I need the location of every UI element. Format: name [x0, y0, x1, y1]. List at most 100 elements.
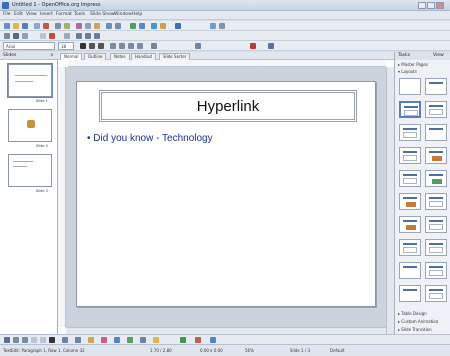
- justify-icon[interactable]: [137, 43, 143, 49]
- gallery-icon[interactable]: [160, 23, 166, 29]
- layout-title-chart-text[interactable]: [399, 216, 421, 233]
- title-placeholder[interactable]: Hyperlink: [99, 90, 357, 122]
- layout-vertical-text[interactable]: [425, 262, 447, 279]
- layout-title-2-content[interactable]: [425, 101, 447, 118]
- layout-title-table[interactable]: [399, 170, 421, 187]
- curve-icon[interactable]: [62, 337, 68, 343]
- rotate-icon[interactable]: [76, 33, 82, 39]
- layout-title-chart[interactable]: [425, 147, 447, 164]
- layout-title-only[interactable]: [425, 78, 447, 95]
- layout-centered-text[interactable]: [425, 124, 447, 141]
- section-layouts[interactable]: ▾ Layouts: [398, 69, 417, 74]
- bullet-text[interactable]: • Did you know - Technology: [87, 133, 213, 144]
- layout-title-content-2[interactable]: [399, 147, 421, 164]
- align-right-icon[interactable]: [128, 43, 134, 49]
- section-master-pages[interactable]: ▸ Master Pages: [398, 62, 428, 67]
- section-slide-transition[interactable]: ▸ Slide Transition: [398, 327, 432, 332]
- layout-title-4-content[interactable]: [399, 239, 421, 256]
- menu-slide-show[interactable]: Slide Show: [90, 12, 115, 17]
- slide-thumbnail-2[interactable]: [8, 109, 52, 142]
- redo-icon[interactable]: [115, 23, 121, 29]
- layout-centered-2[interactable]: [399, 285, 421, 302]
- paste-icon[interactable]: [94, 23, 100, 29]
- tab-slide-sorter[interactable]: Slide Sorter: [159, 53, 191, 60]
- print-icon[interactable]: [55, 23, 61, 29]
- layout-title-2-text[interactable]: [425, 216, 447, 233]
- maximize-button[interactable]: [427, 2, 435, 9]
- slide-show-icon[interactable]: [210, 23, 216, 29]
- ellipse-icon[interactable]: [40, 337, 46, 343]
- arrow-style-icon[interactable]: [13, 33, 19, 39]
- menu-file[interactable]: File: [3, 12, 11, 17]
- layout-title-picture[interactable]: [425, 170, 447, 187]
- extrusion-icon[interactable]: [210, 337, 216, 343]
- menu-help[interactable]: Help: [132, 12, 142, 17]
- bold-icon[interactable]: [80, 43, 86, 49]
- layout-vertical-title[interactable]: [399, 262, 421, 279]
- line-color-icon[interactable]: [22, 33, 28, 39]
- slide-thumbnail-1[interactable]: [7, 63, 53, 98]
- chart-icon[interactable]: [130, 23, 136, 29]
- layout-title-clipart[interactable]: [399, 193, 421, 210]
- fontwork-icon[interactable]: [180, 337, 186, 343]
- arrange-icon[interactable]: [94, 33, 100, 39]
- bullets-icon[interactable]: [151, 43, 157, 49]
- spellcheck-icon[interactable]: [64, 23, 70, 29]
- menu-insert[interactable]: Insert: [40, 12, 53, 17]
- tab-notes[interactable]: Notes: [110, 53, 130, 60]
- block-arrows-icon[interactable]: [114, 337, 120, 343]
- menu-tools[interactable]: Tools: [74, 12, 85, 17]
- line-style-icon[interactable]: [4, 33, 10, 39]
- text-icon[interactable]: [49, 337, 55, 343]
- close-icon[interactable]: ×: [50, 53, 54, 58]
- new-icon[interactable]: [4, 23, 10, 29]
- menu-window[interactable]: Window: [114, 12, 132, 17]
- slide-thumbnail-3[interactable]: [8, 154, 52, 187]
- layout-title-content-3[interactable]: [425, 285, 447, 302]
- close-button[interactable]: [436, 2, 444, 9]
- layout-title-6-content[interactable]: [425, 239, 447, 256]
- undo-icon[interactable]: [106, 23, 112, 29]
- underline-icon[interactable]: [98, 43, 104, 49]
- section-custom-animation[interactable]: ▸ Custom Animation: [398, 319, 438, 324]
- navigator-icon[interactable]: [151, 23, 157, 29]
- layout-blank[interactable]: [399, 78, 421, 95]
- tab-outline[interactable]: Outline: [84, 53, 107, 60]
- vertical-scrollbar[interactable]: [386, 67, 394, 335]
- bullet-text-content[interactable]: Did you know - Technology: [93, 133, 212, 144]
- cut-icon[interactable]: [76, 23, 82, 29]
- layout-title-text[interactable]: [399, 124, 421, 141]
- pdf-icon[interactable]: [43, 23, 49, 29]
- slide[interactable]: Hyperlink • Did you know - Technology: [76, 81, 376, 307]
- save-icon[interactable]: [22, 23, 28, 29]
- font-color-icon[interactable]: [250, 43, 256, 49]
- layout-title-object[interactable]: [425, 193, 447, 210]
- menu-view[interactable]: View: [26, 12, 37, 17]
- character-icon[interactable]: [268, 43, 274, 49]
- rectangle-icon[interactable]: [31, 337, 37, 343]
- section-table-design[interactable]: ▸ Table Design: [398, 311, 427, 316]
- symbol-shapes-icon[interactable]: [101, 337, 107, 343]
- from-file-icon[interactable]: [195, 337, 201, 343]
- status-zoom[interactable]: 56%: [245, 348, 254, 353]
- copy-icon[interactable]: [85, 23, 91, 29]
- new-slide-icon[interactable]: [219, 23, 225, 29]
- layout-title-content[interactable]: [399, 101, 421, 118]
- indent-icon[interactable]: [195, 43, 201, 49]
- line-icon[interactable]: [13, 337, 19, 343]
- align-icon[interactable]: [85, 33, 91, 39]
- slide-title[interactable]: Hyperlink: [197, 98, 260, 115]
- area-color-icon[interactable]: [49, 33, 55, 39]
- email-icon[interactable]: [34, 23, 40, 29]
- open-icon[interactable]: [13, 23, 19, 29]
- basic-shapes-icon[interactable]: [88, 337, 94, 343]
- menu-edit[interactable]: Edit: [14, 12, 23, 17]
- minimize-button[interactable]: [418, 2, 426, 9]
- select-icon[interactable]: [4, 337, 10, 343]
- font-size-combo[interactable]: 18: [58, 42, 74, 50]
- tab-handout[interactable]: Handout: [131, 53, 157, 60]
- tasks-view-menu[interactable]: View: [433, 53, 444, 58]
- connector-icon[interactable]: [75, 337, 81, 343]
- help-icon[interactable]: [175, 23, 181, 29]
- callouts-icon[interactable]: [140, 337, 146, 343]
